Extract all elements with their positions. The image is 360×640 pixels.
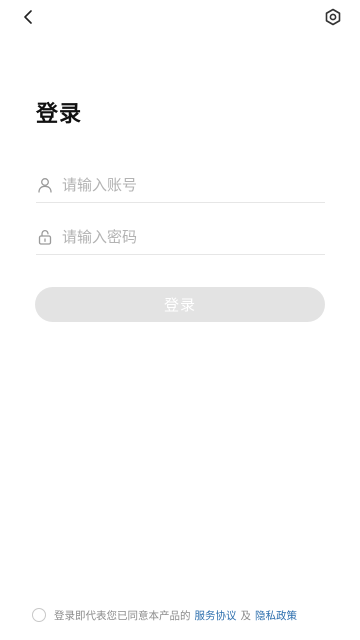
user-icon <box>36 176 54 194</box>
account-input[interactable] <box>62 170 312 200</box>
password-field <box>36 220 325 255</box>
page-title: 登录 <box>36 102 83 127</box>
agree-checkbox[interactable] <box>32 608 46 622</box>
settings-button[interactable] <box>320 4 346 30</box>
login-screen: 登录 登录 登录即代表您已同意本产品的 服务协议 及 隐私政策 <box>0 0 360 640</box>
login-button[interactable]: 登录 <box>35 287 325 322</box>
agreement-row: 登录即代表您已同意本产品的 服务协议 及 隐私政策 <box>32 606 301 624</box>
lock-icon <box>36 228 54 246</box>
agreement-text: 登录即代表您已同意本产品的 <box>54 609 191 622</box>
gear-icon <box>325 8 341 26</box>
service-agreement-link[interactable]: 服务协议 <box>195 608 237 623</box>
password-input[interactable] <box>62 222 312 252</box>
back-button[interactable] <box>16 4 42 30</box>
privacy-policy-link[interactable]: 隐私政策 <box>255 608 297 623</box>
agreement-conjunction: 及 <box>240 609 252 622</box>
chevron-left-icon <box>24 10 32 24</box>
account-field <box>36 168 325 203</box>
